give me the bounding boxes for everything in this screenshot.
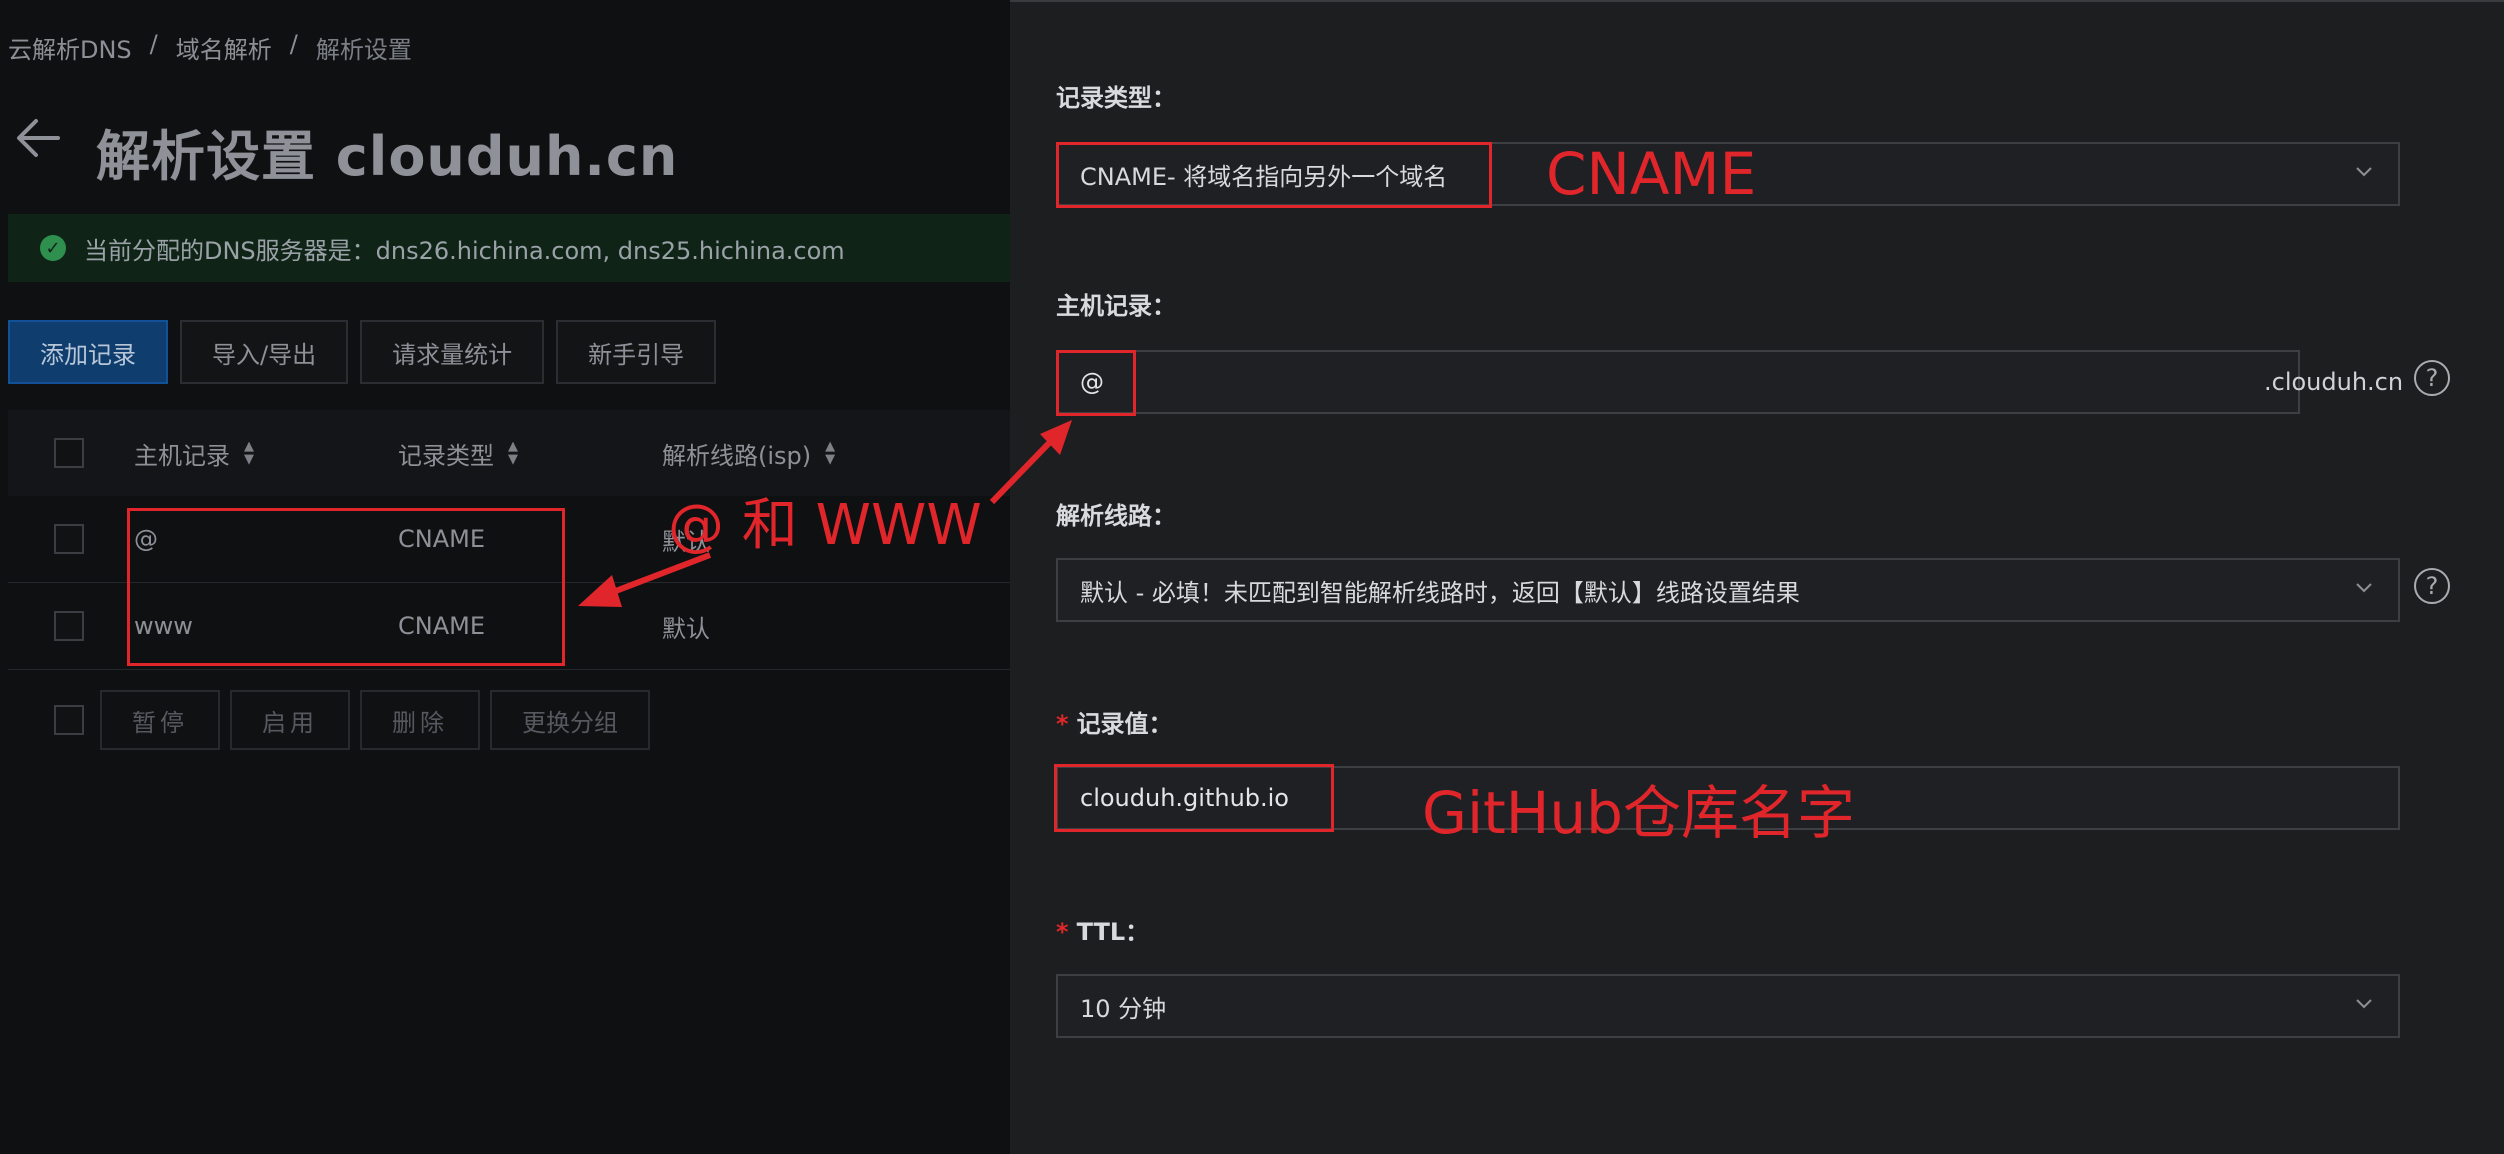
breadcrumb-separator: /	[149, 30, 158, 58]
column-header-label: 主机记录	[134, 441, 230, 470]
page-title: 解析设置 clouduh.cn	[96, 125, 679, 188]
annotation-box-records	[127, 508, 565, 666]
record-type-label: 记录类型：	[1056, 84, 1176, 112]
select-all-checkbox[interactable]	[54, 438, 84, 468]
enable-button[interactable]: 启用	[230, 690, 350, 750]
annotation-github: GitHub仓库名字	[1422, 779, 1855, 847]
dns-server-banner: ✓ 当前分配的DNS服务器是：dns26.hichina.com, dns25.…	[8, 214, 1010, 282]
back-arrow-icon[interactable]	[12, 112, 64, 164]
breadcrumb-item-domain-resolution[interactable]: 域名解析	[176, 30, 272, 65]
domain-suffix: .clouduh.cn	[2264, 368, 2404, 396]
column-header-label: 解析线路(isp)	[662, 441, 812, 470]
ttl-label: * TTL：	[1056, 912, 1149, 947]
breadcrumb-item-cloud-dns[interactable]: 云解析DNS	[8, 30, 132, 65]
annotation-box-value	[1054, 764, 1334, 832]
resolution-line-label: 解析线路：	[1056, 502, 1176, 530]
dns-server-text: 当前分配的DNS服务器是：dns26.hichina.com, dns25.hi…	[84, 236, 845, 265]
sort-icon[interactable]: ▲ ▼	[244, 440, 254, 466]
ttl-label-text: TTL：	[1076, 918, 1150, 946]
import-export-button[interactable]: 导入/导出	[180, 320, 349, 384]
sort-icon[interactable]: ▲ ▼	[508, 440, 518, 466]
column-header-label: 记录类型	[398, 441, 494, 470]
required-mark: *	[1056, 918, 1069, 946]
beginner-guide-button[interactable]: 新手引导	[556, 320, 717, 384]
sort-icon[interactable]: ▲ ▼	[825, 440, 835, 466]
annotation-box-host	[1056, 350, 1136, 416]
help-icon[interactable]: ?	[2414, 360, 2450, 396]
required-mark: *	[1056, 710, 1069, 738]
column-header-type[interactable]: 记录类型 ▲ ▼	[398, 436, 662, 471]
column-header-line[interactable]: 解析线路(isp) ▲ ▼	[662, 436, 835, 471]
host-record-input[interactable]: @	[1056, 350, 2300, 414]
request-stats-button[interactable]: 请求量统计	[360, 320, 545, 384]
resolution-line-value: 默认 - 必填！未匹配到智能解析线路时，返回【默认】线路设置结果	[1080, 578, 1800, 607]
chevron-down-icon	[2356, 167, 2372, 177]
row-checkbox[interactable]	[54, 611, 84, 641]
column-header-host[interactable]: 主机记录 ▲ ▼	[134, 436, 398, 471]
bulk-select-checkbox[interactable]	[54, 705, 84, 735]
record-value-label: * 记录值：	[1056, 704, 1173, 739]
record-value-label-text: 记录值：	[1076, 710, 1173, 738]
toolbar: 添加记录 导入/导出 请求量统计 新手引导	[8, 320, 717, 384]
host-record-label: 主机记录：	[1056, 292, 1176, 320]
annotation-box-cname	[1056, 142, 1492, 208]
add-record-button[interactable]: 添加记录	[8, 320, 168, 384]
ttl-select[interactable]: 10 分钟	[1056, 974, 2400, 1038]
chevron-down-icon	[2356, 583, 2372, 593]
row-checkbox[interactable]	[54, 524, 84, 554]
breadcrumb-separator: /	[289, 30, 298, 58]
add-record-drawer: 记录类型： CNAME- 将域名指向另外一个域名 主机记录： @ .cloudu…	[1010, 0, 2504, 1154]
breadcrumb-item-current: 解析设置	[315, 36, 412, 64]
delete-button[interactable]: 删除	[360, 690, 480, 750]
help-icon[interactable]: ?	[2414, 568, 2450, 604]
change-group-button[interactable]: 更换分组	[490, 690, 650, 750]
ttl-value: 10 分钟	[1080, 994, 1167, 1023]
chevron-down-icon	[2356, 999, 2372, 1009]
resolution-line-select[interactable]: 默认 - 必填！未匹配到智能解析线路时，返回【默认】线路设置结果	[1056, 558, 2400, 622]
pause-button[interactable]: 暂停	[100, 690, 220, 750]
breadcrumb: 云解析DNS / 域名解析 / 解析设置	[8, 30, 412, 65]
cell-line: 默认	[662, 614, 710, 643]
annotation-cname: CNAME	[1546, 140, 1757, 208]
check-circle-icon: ✓	[40, 235, 66, 261]
bulk-actions-bar: 暂停 启用 删除 更换分组	[8, 670, 1010, 770]
annotation-at-www: @ 和 WWW	[668, 493, 982, 558]
